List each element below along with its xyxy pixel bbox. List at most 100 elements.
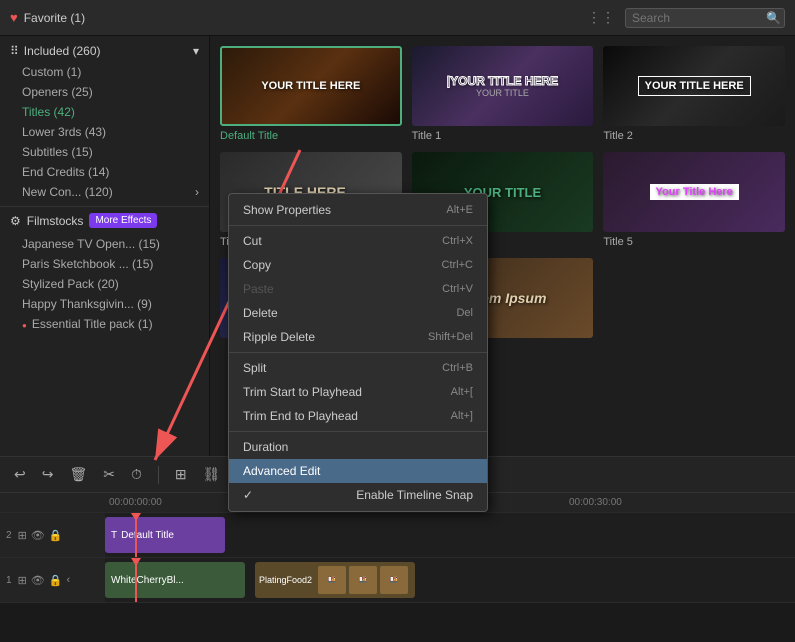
ctx-trim-end[interactable]: Trim End to Playhead Alt+] [229,404,487,428]
ctx-advanced-edit-label: Advanced Edit [243,464,320,478]
ctx-delete-shortcut: Del [456,307,473,319]
redo-button[interactable]: ↪ [38,464,58,485]
ctx-enable-snap[interactable]: ✓ Enable Timeline Snap [229,483,487,507]
chevron-right-icon: › [195,185,199,199]
thumb-text-6: Your Title Here [650,184,739,200]
ctx-advanced-edit[interactable]: Advanced Edit [229,459,487,483]
ctx-cut-label: Cut [243,234,262,248]
snap-button[interactable]: ⊞ [171,464,191,485]
track-1-add-icon[interactable]: ⊞ [18,574,27,587]
sidebar-item-subtitles[interactable]: Subtitles (15) [0,142,209,162]
undo-button[interactable]: ↩ [10,464,30,485]
ctx-split-shortcut: Ctrl+B [442,362,473,374]
ctx-show-properties[interactable]: Show Properties Alt+E [229,198,487,222]
filmstock-thanksgiving[interactable]: Happy Thanksgivin... (9) [0,294,209,314]
separator-1 [158,466,159,484]
ctx-sep-3 [229,431,487,432]
ctx-trim-start-shortcut: Alt+[ [451,386,473,398]
top-bar-left: ♥ Favorite (1) [10,10,85,25]
filmstock-stylized[interactable]: Stylized Pack (20) [0,274,209,294]
filmstocks-header: ⚙ Filmstocks More Effects [0,206,209,234]
ctx-cut[interactable]: Cut Ctrl+X [229,229,487,253]
track-content-2: T Default Title [105,513,795,557]
title-clip-label: Default Title [121,530,174,541]
sidebar-item-lower3rds[interactable]: Lower 3rds (43) [0,122,209,142]
track-controls-2: 2 ⊞ 👁 🔒 [0,513,105,557]
timeline-tracks: 00:00:00:00 00:00:20:00 00:00:30:00 2 ⊞ … [0,493,795,642]
chevron-down-icon: ▾ [193,44,199,58]
track-1-eye-icon[interactable]: 👁 [31,574,45,587]
filmstocks-icon: ⚙ [10,214,21,228]
thumb-preview-1: YOUR TITLE HERE [220,46,402,126]
top-bar: ♥ Favorite (1) ⋮⋮ 🔍 [0,0,795,36]
delete-button[interactable]: 🗑 [65,464,91,485]
included-header[interactable]: ⠿ Included (260) ▾ [0,40,209,62]
ctx-sep-1 [229,225,487,226]
ctx-delete-label: Delete [243,306,278,320]
track-2-lock-icon[interactable]: 🔒 [49,529,63,542]
thumb-text-1: YOUR TITLE HERE [257,76,364,96]
ctx-trim-end-shortcut: Alt+] [451,410,473,422]
more-effects-button[interactable]: More Effects [89,213,157,228]
ctx-show-properties-label: Show Properties [243,203,331,217]
cut-button[interactable]: ✂ [99,464,119,485]
track-1-expand-icon[interactable]: ‹ [66,574,70,586]
track-row-2: 2 ⊞ 👁 🔒 T Default Title [0,513,795,558]
grid-icon: ⋮⋮ [587,9,615,26]
track-2-add-icon[interactable]: ⊞ [18,529,27,542]
thumb-label-3: Title 2 [603,130,785,142]
thumbnail-title2[interactable]: YOUR TITLE HERE Title 2 [603,46,785,142]
thumb-label-6: Title 5 [603,236,785,248]
ctx-copy-label: Copy [243,258,271,272]
ctx-split[interactable]: Split Ctrl+B [229,356,487,380]
ctx-duration-label: Duration [243,440,288,454]
ctx-sep-2 [229,352,487,353]
thumb-text-3: YOUR TITLE HERE [638,76,751,96]
food-thumb-1: 🍱 [318,566,346,594]
timer-button[interactable]: ⏱ [127,464,146,485]
ctx-trim-start[interactable]: Trim Start to Playhead Alt+[ [229,380,487,404]
ctx-duration[interactable]: Duration [229,435,487,459]
thumb-preview-2: |YOUR TITLE HERE YOUR TITLE [412,46,594,126]
search-input[interactable] [632,11,762,25]
ctx-enable-snap-check: ✓ [243,488,253,502]
sidebar: ⠿ Included (260) ▾ Custom (1) Openers (2… [0,36,210,456]
ctx-enable-snap-label: Enable Timeline Snap [356,488,473,502]
filmstocks-label: Filmstocks [27,214,84,228]
track-controls-1: 1 ⊞ 👁 🔒 ‹ [0,558,105,602]
sidebar-item-newcon[interactable]: New Con... (120) › [0,182,209,202]
filmstock-essential[interactable]: Essential Title pack (1) [0,314,209,334]
thumb-preview-3: YOUR TITLE HERE [603,46,785,126]
thumbnail-title1[interactable]: |YOUR TITLE HERE YOUR TITLE Title 1 [412,46,594,142]
filmstock-paris[interactable]: Paris Sketchbook ... (15) [0,254,209,274]
title-clip[interactable]: T Default Title [105,517,225,553]
time-30: 00:00:30:00 [565,497,795,508]
unlink-button[interactable]: ⛓ [199,464,225,485]
ctx-ripple-delete[interactable]: Ripple Delete Shift+Del [229,325,487,349]
sidebar-item-titles[interactable]: Titles (42) [0,102,209,122]
thumbnail-default-title[interactable]: YOUR TITLE HERE Default Title [220,46,402,142]
track-row-1: 1 ⊞ 👁 🔒 ‹ WhiteCherryBl... PlatingFood2 … [0,558,795,603]
track-1-lock-icon[interactable]: 🔒 [49,574,63,587]
sidebar-item-custom[interactable]: Custom (1) [0,62,209,82]
favorite-label[interactable]: Favorite (1) [24,11,85,25]
title-clip-icon: T [111,530,117,541]
filmstock-japanese[interactable]: Japanese TV Open... (15) [0,234,209,254]
ctx-trim-end-label: Trim End to Playhead [243,409,358,423]
cherry-clip[interactable]: WhiteCherryBl... [105,562,245,598]
included-label: Included (260) [24,44,101,58]
ctx-show-properties-shortcut: Alt+E [446,204,473,216]
ctx-trim-start-label: Trim Start to Playhead [243,385,362,399]
sidebar-item-endcredits[interactable]: End Credits (14) [0,162,209,182]
sidebar-item-openers[interactable]: Openers (25) [0,82,209,102]
ctx-delete[interactable]: Delete Del [229,301,487,325]
thumb-label-1: Default Title [220,130,402,142]
food-clip[interactable]: PlatingFood2 🍱 🍱 🍱 [255,562,415,598]
track-2-number: 2 [6,530,12,541]
track-2-eye-icon[interactable]: 👁 [31,529,45,542]
food-thumb-2: 🍱 [349,566,377,594]
food-clip-label: PlatingFood2 [259,575,312,585]
ctx-copy[interactable]: Copy Ctrl+C [229,253,487,277]
ctx-split-label: Split [243,361,266,375]
thumbnail-title5[interactable]: Your Title Here Title 5 [603,152,785,248]
